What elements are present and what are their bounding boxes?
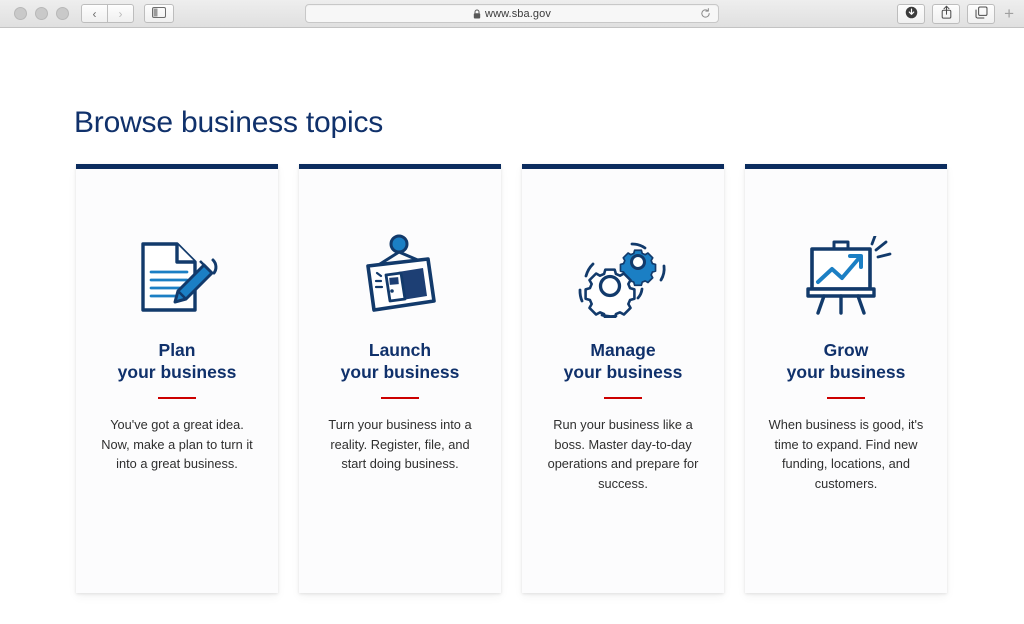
sidebar-toggle-button[interactable] bbox=[144, 4, 174, 23]
address-bar[interactable]: www.sba.gov bbox=[305, 4, 719, 23]
card-divider bbox=[827, 397, 865, 399]
window-controls bbox=[14, 7, 69, 20]
topic-card-plan[interactable]: Plan your business You've got a great id… bbox=[76, 164, 278, 593]
show-tabs-button[interactable] bbox=[967, 3, 996, 24]
hanging-sign-door-icon bbox=[354, 231, 446, 323]
card-title-line2: your business bbox=[786, 362, 906, 382]
card-title: Launch your business bbox=[341, 339, 460, 383]
card-title: Plan your business bbox=[118, 339, 237, 383]
maximize-window-button[interactable] bbox=[56, 7, 69, 20]
card-description: You've got a great idea. Now, make a pla… bbox=[101, 417, 253, 471]
close-window-button[interactable] bbox=[14, 7, 27, 20]
back-button[interactable]: ‹ bbox=[81, 4, 108, 23]
new-tab-button[interactable]: + bbox=[1002, 5, 1016, 22]
navigation-buttons: ‹ › bbox=[81, 4, 134, 23]
card-description: Turn your business into a reality. Regis… bbox=[328, 417, 472, 471]
card-divider bbox=[381, 397, 419, 399]
download-icon bbox=[905, 6, 918, 22]
gears-icon bbox=[576, 231, 670, 323]
page-content: Browse business topics Plan your busines… bbox=[0, 28, 1024, 624]
topic-card-manage[interactable]: Manage your business Run your business l… bbox=[522, 164, 724, 593]
card-divider bbox=[604, 397, 642, 399]
topic-card-grid: Plan your business You've got a great id… bbox=[76, 164, 948, 593]
card-title-line2: your business bbox=[117, 362, 237, 382]
topic-card-launch[interactable]: Launch your business Turn your business … bbox=[299, 164, 501, 593]
card-title-line1: Grow bbox=[823, 340, 869, 360]
downloads-button[interactable] bbox=[897, 3, 926, 24]
page-title: Browse business topics bbox=[74, 106, 384, 139]
reload-icon[interactable] bbox=[700, 8, 711, 19]
toolbar-right-actions: + bbox=[897, 3, 1016, 24]
forward-button[interactable]: › bbox=[107, 4, 134, 23]
card-title-line2: your business bbox=[340, 362, 460, 382]
minimize-window-button[interactable] bbox=[35, 7, 48, 20]
document-pencil-icon bbox=[131, 231, 223, 323]
card-divider bbox=[158, 397, 196, 399]
sidebar-icon bbox=[152, 6, 166, 21]
card-title-line2: your business bbox=[563, 362, 683, 382]
share-button[interactable] bbox=[932, 3, 961, 24]
tabs-icon bbox=[975, 6, 988, 22]
card-title: Grow your business bbox=[787, 339, 906, 383]
card-title: Manage your business bbox=[564, 339, 683, 383]
card-title-line1: Launch bbox=[368, 340, 432, 360]
card-description: Run your business like a boss. Master da… bbox=[547, 417, 699, 491]
card-title-line1: Manage bbox=[590, 340, 656, 360]
easel-growth-chart-icon bbox=[798, 231, 894, 323]
topic-card-grow[interactable]: Grow your business When business is good… bbox=[745, 164, 947, 593]
card-description: When business is good, it's time to expa… bbox=[768, 417, 924, 491]
share-icon bbox=[941, 5, 952, 22]
card-title-line1: Plan bbox=[158, 340, 196, 360]
browser-toolbar: ‹ › www.sba.gov + bbox=[0, 0, 1024, 28]
url-text: www.sba.gov bbox=[485, 7, 551, 20]
lock-icon bbox=[473, 9, 481, 19]
